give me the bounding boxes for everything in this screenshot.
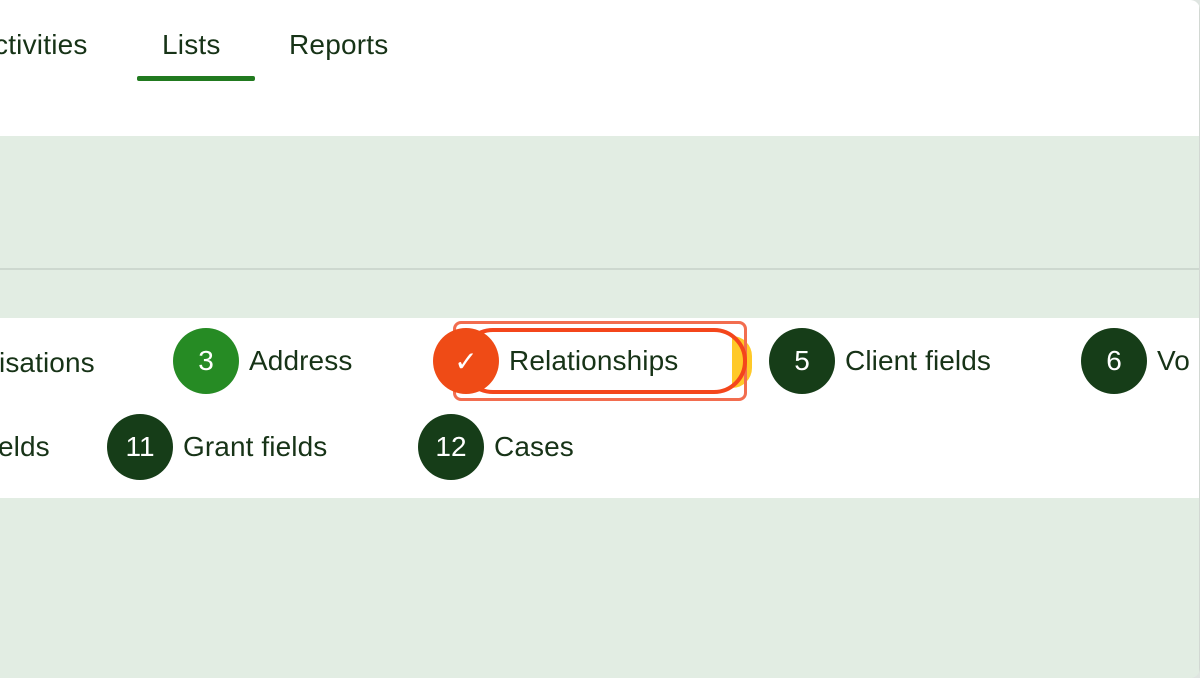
step-volunteer[interactable]: 6 Vo [1081,328,1190,394]
step-cases[interactable]: 12 Cases [418,414,574,480]
page-header-band [0,136,1200,270]
step-number-badge: 6 [1081,328,1147,394]
step-label: Address [249,345,353,376]
step-label: Grant fields [183,431,328,462]
step-grant-fields[interactable]: 11 Grant fields [107,414,327,480]
step-label: isations [0,347,95,378]
step-relationships[interactable]: ✓ Relationships [433,328,678,394]
step-fields-partial[interactable]: elds [0,414,50,480]
page-content-area [0,498,1200,678]
step-label: elds [0,431,50,462]
step-address[interactable]: 3 Address [173,328,352,394]
step-number-badge: 5 [769,328,835,394]
step-label: Relationships [509,345,679,376]
application-frame: ctivities Lists Reports isations 3 Addre… [0,0,1200,678]
step-number-badge: 12 [418,414,484,480]
top-navigation: ctivities Lists Reports [0,0,1200,136]
tab-activities[interactable]: ctivities [0,26,88,64]
section-divider [0,268,1200,270]
step-label: Client fields [845,345,992,376]
step-number-badge: 3 [173,328,239,394]
checkmark-icon: ✓ [433,328,499,394]
step-number-badge: 11 [107,414,173,480]
active-tab-indicator [137,76,255,81]
step-label: Cases [494,431,574,462]
step-client-fields[interactable]: 5 Client fields [769,328,991,394]
step-label: Vo [1157,345,1190,376]
step-organisations[interactable]: isations [0,330,95,396]
tab-lists[interactable]: Lists [162,26,221,64]
tab-reports[interactable]: Reports [289,26,388,64]
